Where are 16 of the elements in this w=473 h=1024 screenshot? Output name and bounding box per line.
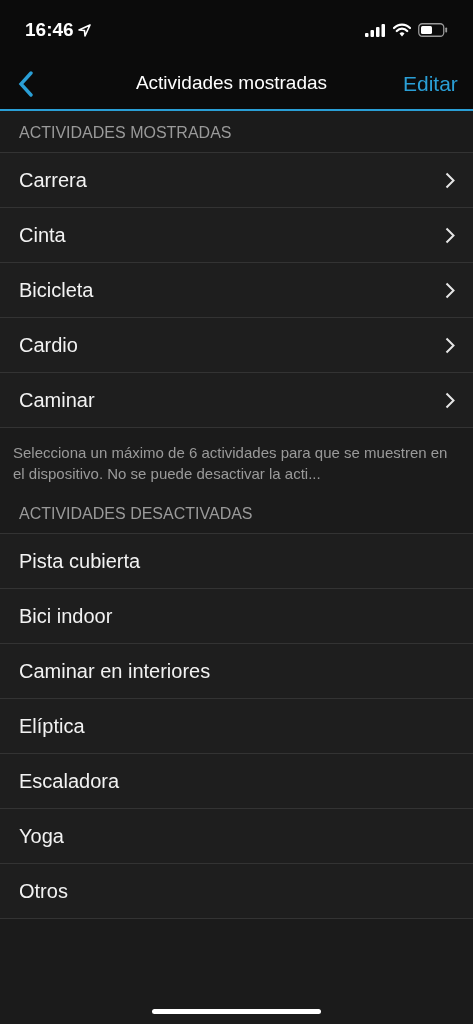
chevron-icon (445, 281, 455, 299)
edit-button[interactable]: Editar (403, 67, 473, 100)
chevron-icon (445, 391, 455, 409)
location-arrow-icon (77, 23, 91, 37)
section-header: ACTIVIDADES DESACTIVADAS (19, 504, 253, 524)
back-chevron-icon (18, 70, 34, 97)
battery-icon (418, 23, 448, 37)
section-footer: Selecciona un máximo de 6 actividades para que se muestren en el dispositivo. No se puede desactivar la acti... (0, 428, 473, 492)
chevron-icon (445, 171, 455, 189)
wifi-icon (393, 23, 411, 37)
status-time: 16:46 (25, 17, 74, 42)
chevron-icon (445, 336, 455, 354)
section-header: ACTIVIDADES MOSTRADAS (19, 123, 232, 143)
screen-title: Actividades mostradas (134, 71, 329, 96)
chevron-icon (445, 226, 455, 244)
signal-icon (365, 23, 386, 37)
